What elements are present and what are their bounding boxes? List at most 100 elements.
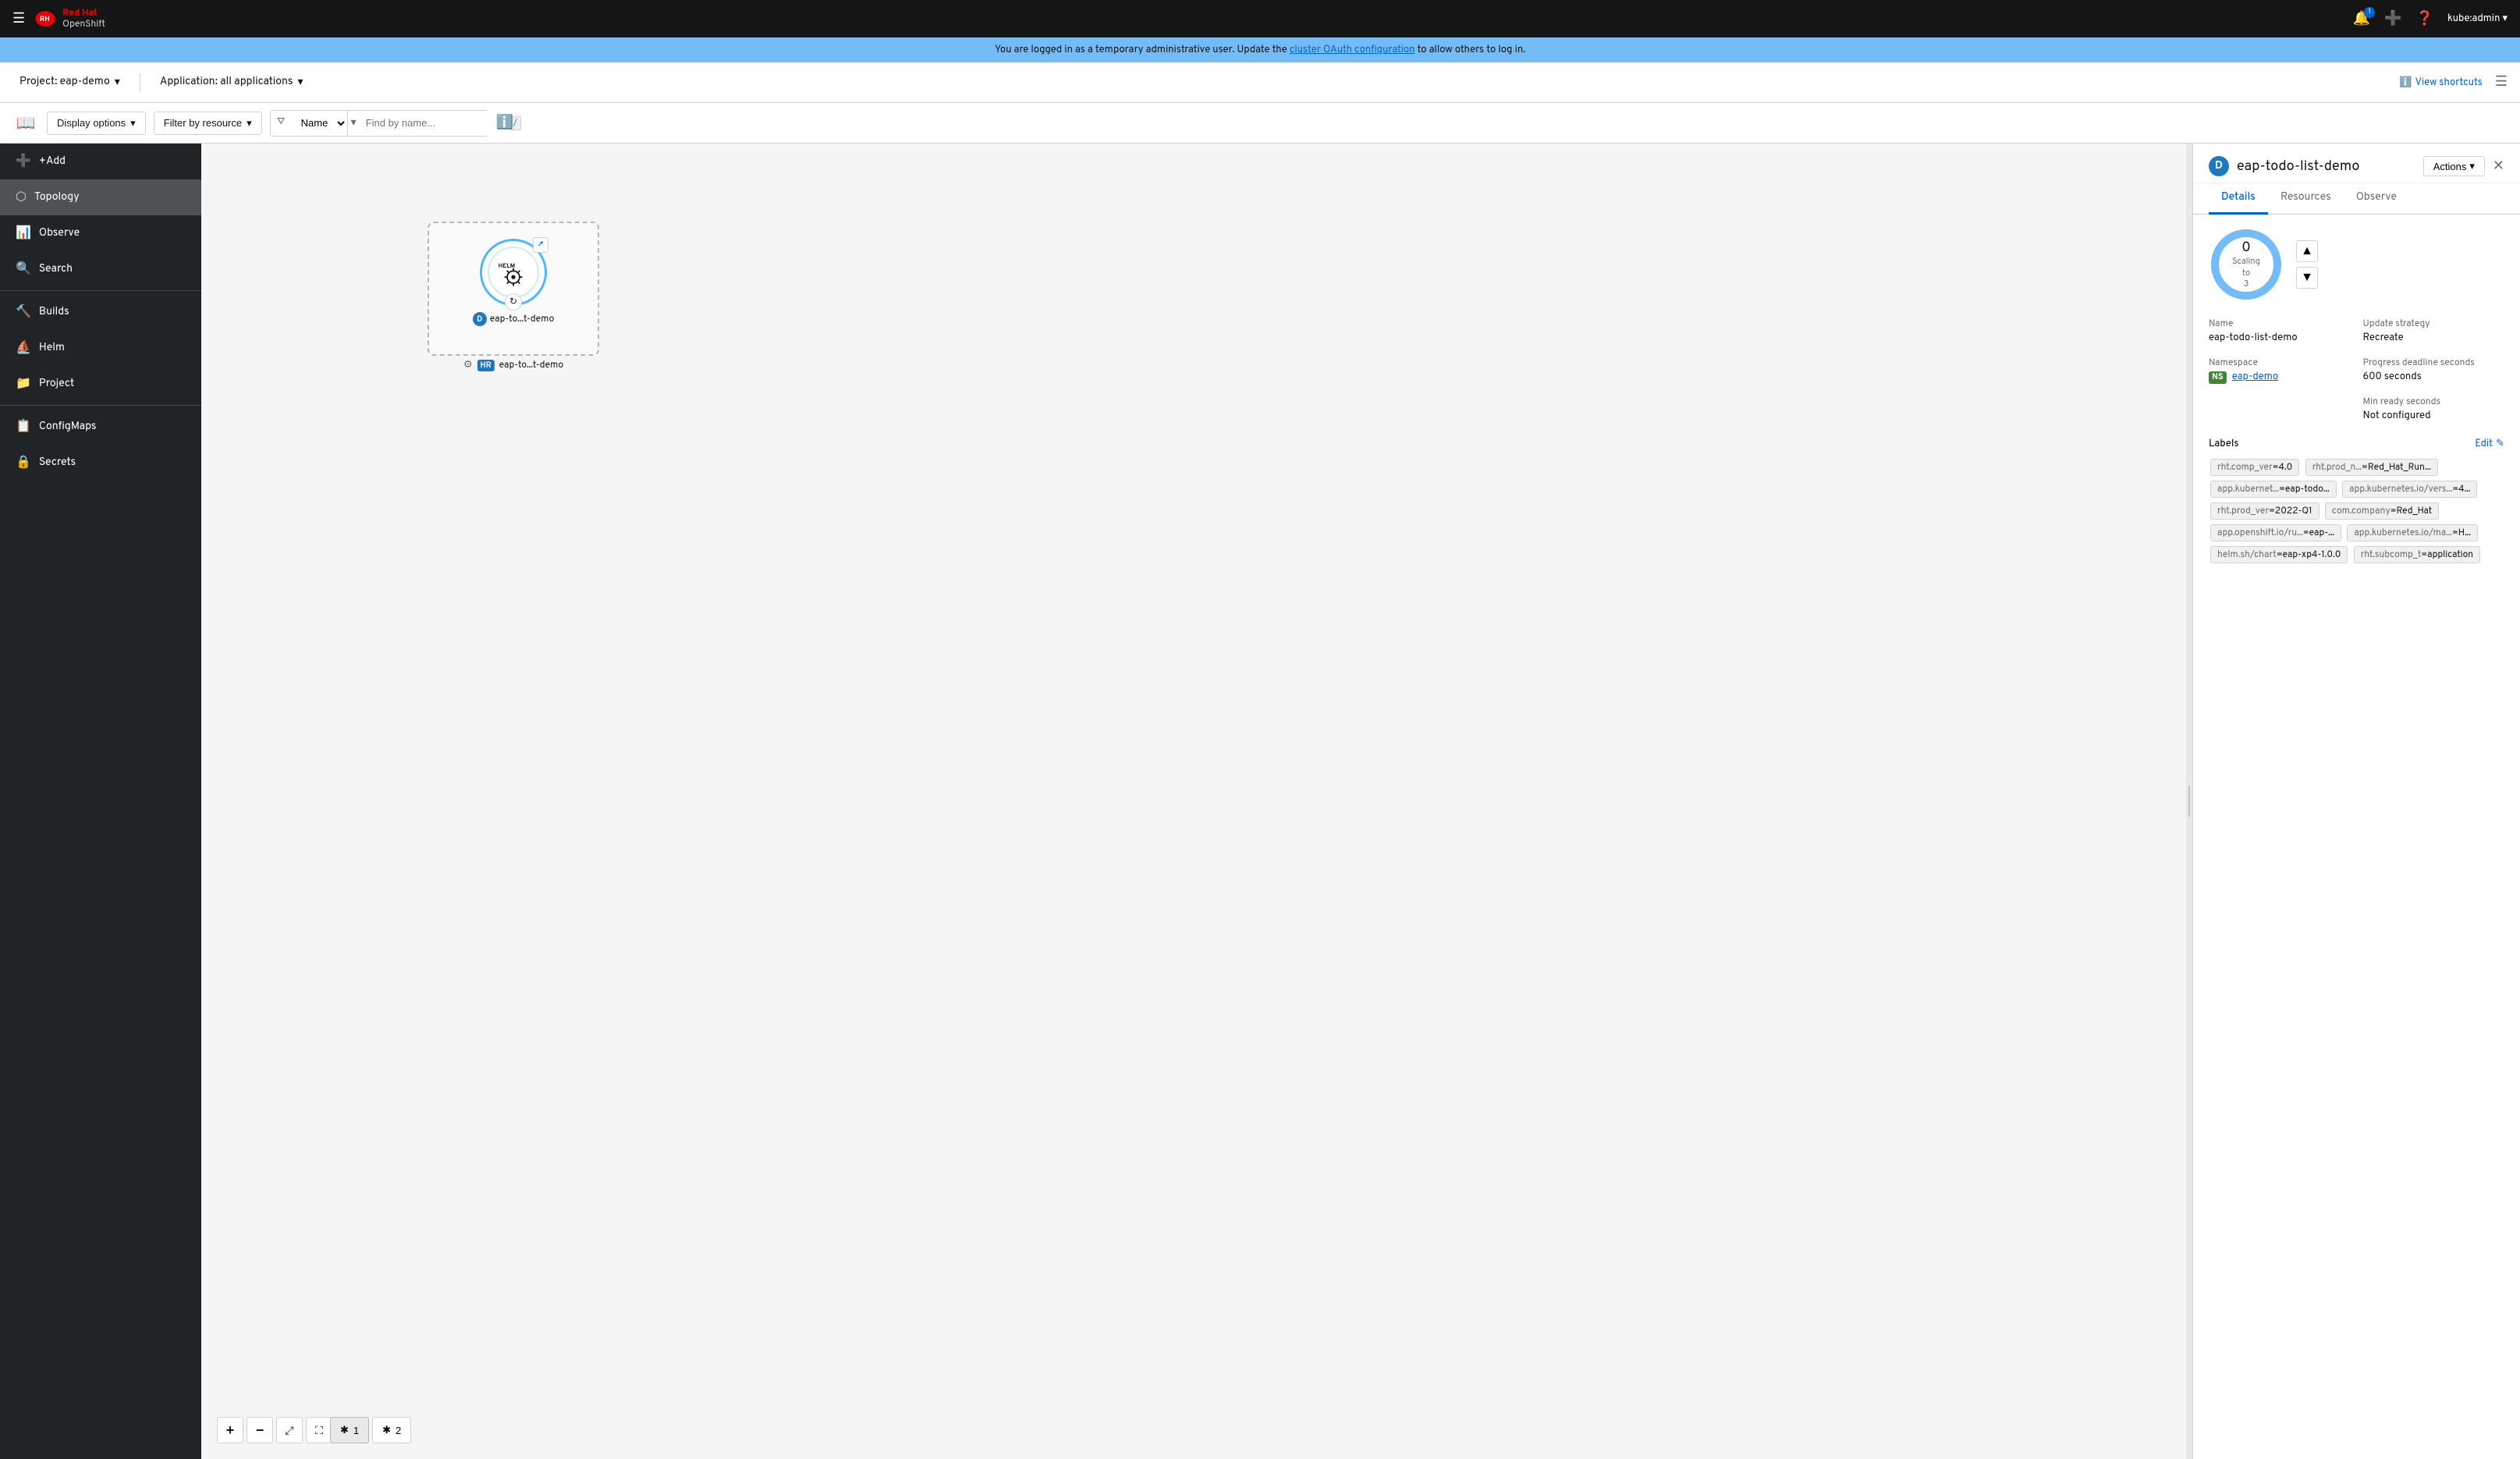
filter-type-select[interactable]: Name xyxy=(292,111,348,136)
ns-badge: NS xyxy=(2209,371,2227,384)
actions-label: Actions xyxy=(2433,161,2467,172)
display-options-button[interactable]: Display options ▾ xyxy=(47,112,146,135)
topology-icon: ⬡ xyxy=(16,189,27,206)
rp-d-badge: D xyxy=(2209,156,2229,176)
scaling-count: 0 xyxy=(2227,239,2265,257)
right-panel-tabs: Details Resources Observe xyxy=(2193,183,2520,215)
view-shortcuts-button[interactable]: ℹ️ View shortcuts xyxy=(2399,76,2483,89)
labels-header: Labels Edit ✎ xyxy=(2209,438,2504,450)
helm-group-box[interactable]: HELM xyxy=(428,222,599,356)
zoom-in-button[interactable]: + xyxy=(217,1417,243,1443)
svg-text:HELM: HELM xyxy=(499,263,515,271)
detail-name-value: eap-todo-list-demo xyxy=(2209,332,2351,344)
detail-name-label: Name xyxy=(2209,318,2351,330)
helm-circle-wrapper: HELM xyxy=(480,239,547,306)
zoom-out-button[interactable]: − xyxy=(247,1417,273,1443)
info-icon-button[interactable]: ℹ️ xyxy=(496,114,513,132)
sidebar-item-configmaps[interactable]: 📋 ConfigMaps xyxy=(0,409,201,445)
add-button[interactable]: ➕ xyxy=(2384,10,2401,28)
redeploy-badge[interactable]: ↻ xyxy=(505,293,522,311)
zoom-controls: + − ⤢ ⛶ xyxy=(217,1417,332,1443)
labels-section: Labels Edit ✎ rht.comp_ver=4.0 rht.prod_… xyxy=(2209,438,2504,566)
topology-canvas[interactable]: HELM xyxy=(201,144,2186,1459)
helm-node-container[interactable]: HELM xyxy=(428,222,599,356)
sidebar-divider-2 xyxy=(0,405,201,406)
detail-update-strategy-label: Update strategy xyxy=(2363,318,2505,330)
right-panel-content: 0 Scaling to 3 ▲ ▼ Name eap-todo-list-de… xyxy=(2193,215,2520,1459)
project-selector[interactable]: Project: eap-demo ▾ xyxy=(12,72,127,94)
main-layout: ➕ +Add ⬡ Topology 📊 Observe 🔍 Search 🔨 B… xyxy=(0,144,2520,1459)
sidebar-item-secrets[interactable]: 🔒 Secrets xyxy=(0,445,201,481)
sidebar-item-helm[interactable]: ⛵ Helm xyxy=(0,330,201,366)
edit-labels-text: Edit xyxy=(2475,438,2493,450)
sidebar-item-add[interactable]: ➕ +Add xyxy=(0,144,201,179)
namespace-link[interactable]: eap-demo xyxy=(2232,371,2279,383)
project-icon: 📁 xyxy=(16,375,31,392)
application-selector[interactable]: Application: all applications ▾ xyxy=(153,72,311,94)
search-input[interactable] xyxy=(360,111,509,136)
topology-toolbar: 📖 Display options ▾ Filter by resource ▾… xyxy=(0,103,2520,144)
filter-group-buttons: ✱ 1 ✱ 2 xyxy=(330,1417,411,1443)
sidebar-item-search[interactable]: 🔍 Search xyxy=(0,251,201,287)
secrets-icon: 🔒 xyxy=(16,454,31,471)
filter-funnel-icon: ▽ xyxy=(271,116,292,130)
notification-badge: 1 xyxy=(2364,7,2375,18)
panel-resize-handle[interactable] xyxy=(2186,144,2192,1459)
detail-progress-deadline-label: Progress deadline seconds xyxy=(2363,357,2505,369)
fit-to-screen-button[interactable]: ⤢ xyxy=(276,1417,303,1443)
project-dropdown-icon: ▾ xyxy=(115,76,120,90)
filter-group-2-button[interactable]: ✱ 2 xyxy=(372,1417,411,1443)
node-label-row: D eap-to...t-demo xyxy=(473,312,555,326)
sidebar-item-label-secrets: Secrets xyxy=(39,456,76,470)
helm-release-row: ⚙ HR eap-to...t-demo xyxy=(463,359,563,371)
sidebar-item-observe[interactable]: 📊 Observe xyxy=(0,215,201,251)
detail-name: Name eap-todo-list-demo xyxy=(2209,318,2351,344)
sidebar-item-label-observe: Observe xyxy=(39,227,80,240)
sidebar-item-label-builds: Builds xyxy=(39,306,69,319)
tab-observe[interactable]: Observe xyxy=(2344,183,2409,215)
list-view-button[interactable]: ☰ xyxy=(2495,73,2508,91)
filter-group-1-button[interactable]: ✱ 1 xyxy=(330,1417,369,1443)
helm-node[interactable]: HELM xyxy=(448,239,579,326)
book-icon-button[interactable]: 📖 xyxy=(12,110,39,137)
detail-min-ready-value: Not configured xyxy=(2363,410,2505,422)
user-menu[interactable]: kube:admin ▾ xyxy=(2447,12,2508,25)
tab-resources[interactable]: Resources xyxy=(2268,183,2344,215)
brand-logo-area: RH Red Hat OpenShift xyxy=(34,8,105,30)
filter-by-resource-button[interactable]: Filter by resource ▾ xyxy=(154,112,262,135)
ring-text: 0 Scaling to 3 xyxy=(2227,239,2265,290)
expand-button[interactable]: ⛶ xyxy=(306,1417,332,1443)
sidebar-item-project[interactable]: 📁 Project xyxy=(0,366,201,402)
sidebar-item-label-search: Search xyxy=(39,263,73,276)
scale-up-button[interactable]: ▲ xyxy=(2296,240,2318,262)
sidebar-item-topology[interactable]: ⬡ Topology xyxy=(0,179,201,215)
node-label-text: eap-to...t-demo xyxy=(490,313,555,325)
sidebar-divider-1 xyxy=(0,290,201,291)
external-link-badge[interactable]: ↗ xyxy=(533,237,548,253)
hamburger-menu[interactable]: ☰ xyxy=(12,10,25,28)
display-options-chevron: ▾ xyxy=(130,117,136,130)
helm-logo-svg: HELM xyxy=(496,255,531,289)
node-d-badge: D xyxy=(473,312,487,326)
tab-details[interactable]: Details xyxy=(2209,183,2268,215)
sidebar-item-label-helm: Helm xyxy=(39,342,65,355)
banner-text-before: You are logged in as a temporary adminis… xyxy=(995,44,1290,56)
gear-icon: ⚙ xyxy=(463,359,473,371)
helm-icon: ⛵ xyxy=(16,339,31,357)
hr-badge: HR xyxy=(477,360,495,371)
scale-down-button[interactable]: ▼ xyxy=(2296,267,2318,289)
help-button[interactable]: ❓ xyxy=(2416,10,2433,28)
detail-namespace-label: Namespace xyxy=(2209,357,2351,369)
labels-title: Labels xyxy=(2209,438,2239,450)
scaling-target: 3 xyxy=(2244,279,2249,290)
close-panel-button[interactable]: ✕ xyxy=(2493,158,2504,176)
detail-update-strategy-value: Recreate xyxy=(2363,332,2505,344)
edit-labels-button[interactable]: Edit ✎ xyxy=(2475,438,2504,450)
sidebar-item-builds[interactable]: 🔨 Builds xyxy=(0,294,201,330)
actions-button[interactable]: Actions ▾ xyxy=(2423,156,2485,176)
label-item-2: app.kubernet...=eap-todo... xyxy=(2210,481,2337,498)
builds-icon: 🔨 xyxy=(16,304,31,321)
detail-progress-deadline: Progress deadline seconds 600 seconds xyxy=(2363,357,2505,383)
oauth-config-link[interactable]: cluster OAuth configuration xyxy=(1290,44,1415,56)
notifications-button[interactable]: 🔔 1 xyxy=(2353,10,2370,28)
